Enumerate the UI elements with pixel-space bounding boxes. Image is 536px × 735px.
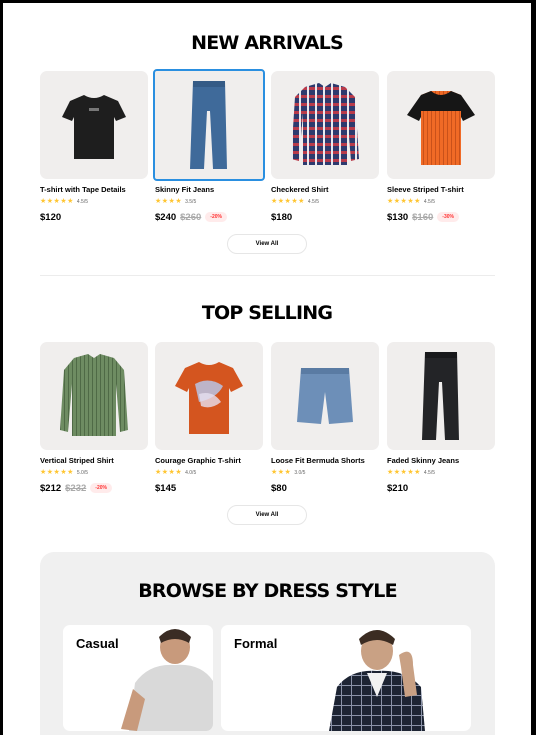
star-icon: ★★★★★ — [387, 198, 421, 205]
product-prices: $180 — [271, 211, 379, 223]
top-selling-title: TOP SELLING — [201, 302, 333, 324]
product-card[interactable]: Courage Graphic T-shirt ★★★★ 4.0/5 $145 — [155, 342, 263, 494]
product-card[interactable]: Vertical Striped Shirt ★★★★★ 5.0/5 $212 … — [40, 342, 148, 494]
top-selling-grid: Vertical Striped Shirt ★★★★★ 5.0/5 $212 … — [40, 342, 495, 502]
product-image-faded-jeans[interactable] — [387, 342, 495, 450]
product-image-tshirt[interactable] — [40, 71, 148, 179]
star-icon: ★★★★★ — [40, 198, 74, 205]
product-rating: ★★★★ 4.0/5 — [155, 469, 263, 477]
product-prices: $240 $260 -20% — [155, 211, 263, 223]
rating-text: 4.5/5 — [423, 199, 436, 205]
star-icon: ★★★★★ — [271, 198, 305, 205]
star-icon: ★★★★★ — [40, 469, 74, 476]
product-prices: $80 — [271, 482, 379, 494]
rating-text: 4.0/5 — [185, 470, 197, 476]
product-image-checkered-shirt[interactable] — [271, 71, 379, 179]
browse-by-style-section: BROWSE BY DRESS STYLE Casual Formal — [40, 552, 495, 735]
product-price: $180 — [271, 211, 293, 223]
product-price: $210 — [387, 482, 409, 494]
product-name[interactable]: Vertical Striped Shirt — [40, 456, 148, 465]
rating-text: 4.5/5 — [307, 199, 320, 205]
product-card[interactable]: Faded Skinny Jeans ★★★★★ 4.5/5 $210 — [387, 342, 495, 494]
product-old-price: $260 — [180, 211, 202, 223]
product-price: $120 — [40, 211, 62, 223]
product-image-striped-shirt[interactable] — [40, 342, 148, 450]
product-rating: ★★★★★ 4.5/5 — [387, 198, 495, 206]
discount-badge: -20% — [90, 483, 112, 493]
product-card[interactable]: Skinny Fit Jeans ★★★★ 3.5/5 $240 $260 -2… — [153, 69, 265, 223]
style-card-formal[interactable]: Formal — [221, 625, 471, 731]
rating-text: 4.5/5 — [76, 199, 89, 205]
product-name[interactable]: Checkered Shirt — [271, 185, 379, 194]
product-name[interactable]: Courage Graphic T-shirt — [155, 456, 263, 465]
style-card-casual[interactable]: Casual — [63, 625, 213, 731]
new-arrivals-grid: T-shirt with Tape Details ★★★★★ 4.5/5 $1… — [40, 69, 495, 231]
new-arrivals-title: NEW ARRIVALS — [191, 32, 344, 54]
section-divider — [40, 275, 495, 276]
product-rating: ★★★★ 3.5/5 — [155, 198, 263, 206]
view-all-new-arrivals-button[interactable]: View All — [227, 234, 307, 254]
star-icon: ★★★★ — [155, 198, 183, 205]
rating-text: 5.0/5 — [76, 470, 89, 476]
product-price: $80 — [271, 482, 287, 494]
star-icon: ★★★ — [271, 469, 292, 476]
product-card[interactable]: Loose Fit Bermuda Shorts ★★★ 3.0/5 $80 — [271, 342, 379, 494]
product-name[interactable]: Loose Fit Bermuda Shorts — [271, 456, 379, 465]
star-icon: ★★★★★ — [387, 469, 421, 476]
style-label-casual: Casual — [76, 636, 119, 651]
view-all-top-selling-button[interactable]: View All — [227, 505, 307, 525]
product-name[interactable]: Faded Skinny Jeans — [387, 456, 495, 465]
product-card[interactable]: Checkered Shirt ★★★★★ 4.5/5 $180 — [271, 71, 379, 223]
product-card[interactable]: T-shirt with Tape Details ★★★★★ 4.5/5 $1… — [40, 71, 148, 223]
product-card[interactable]: Sleeve Striped T-shirt ★★★★★ 4.5/5 $130 … — [387, 71, 495, 223]
product-name[interactable]: Skinny Fit Jeans — [155, 185, 263, 194]
product-name[interactable]: T-shirt with Tape Details — [40, 185, 148, 194]
product-prices: $120 — [40, 211, 148, 223]
product-prices: $145 — [155, 482, 263, 494]
rating-text: 3.0/5 — [294, 470, 306, 476]
product-image-jeans[interactable] — [153, 69, 265, 181]
product-image-striped-tshirt[interactable] — [387, 71, 495, 179]
product-old-price: $232 — [65, 482, 87, 494]
product-rating: ★★★★★ 4.5/5 — [271, 198, 379, 206]
rating-text: 3.5/5 — [185, 199, 197, 205]
product-prices: $212 $232 -20% — [40, 482, 148, 494]
product-prices: $210 — [387, 482, 495, 494]
product-name[interactable]: Sleeve Striped T-shirt — [387, 185, 495, 194]
product-price: $145 — [155, 482, 177, 494]
star-icon: ★★★★ — [155, 469, 183, 476]
page: NEW ARRIVALS T-shirt with Tape Details ★… — [3, 3, 531, 735]
product-rating: ★★★★★ 4.5/5 — [40, 198, 148, 206]
product-rating: ★★★★★ 5.0/5 — [40, 469, 148, 477]
product-price: $130 — [387, 211, 409, 223]
browse-title: BROWSE BY DRESS STYLE — [138, 580, 397, 602]
rating-text: 4.5/5 — [423, 470, 436, 476]
product-price: $212 — [40, 482, 62, 494]
product-image-graphic-tshirt[interactable] — [155, 342, 263, 450]
product-prices: $130 $160 -30% — [387, 211, 495, 223]
product-price: $240 — [155, 211, 177, 223]
discount-badge: -30% — [437, 212, 459, 222]
style-label-formal: Formal — [234, 636, 278, 651]
product-rating: ★★★ 3.0/5 — [271, 469, 379, 477]
product-rating: ★★★★★ 4.5/5 — [387, 469, 495, 477]
discount-badge: -20% — [205, 212, 227, 222]
product-old-price: $160 — [412, 211, 434, 223]
product-image-bermuda-shorts[interactable] — [271, 342, 379, 450]
